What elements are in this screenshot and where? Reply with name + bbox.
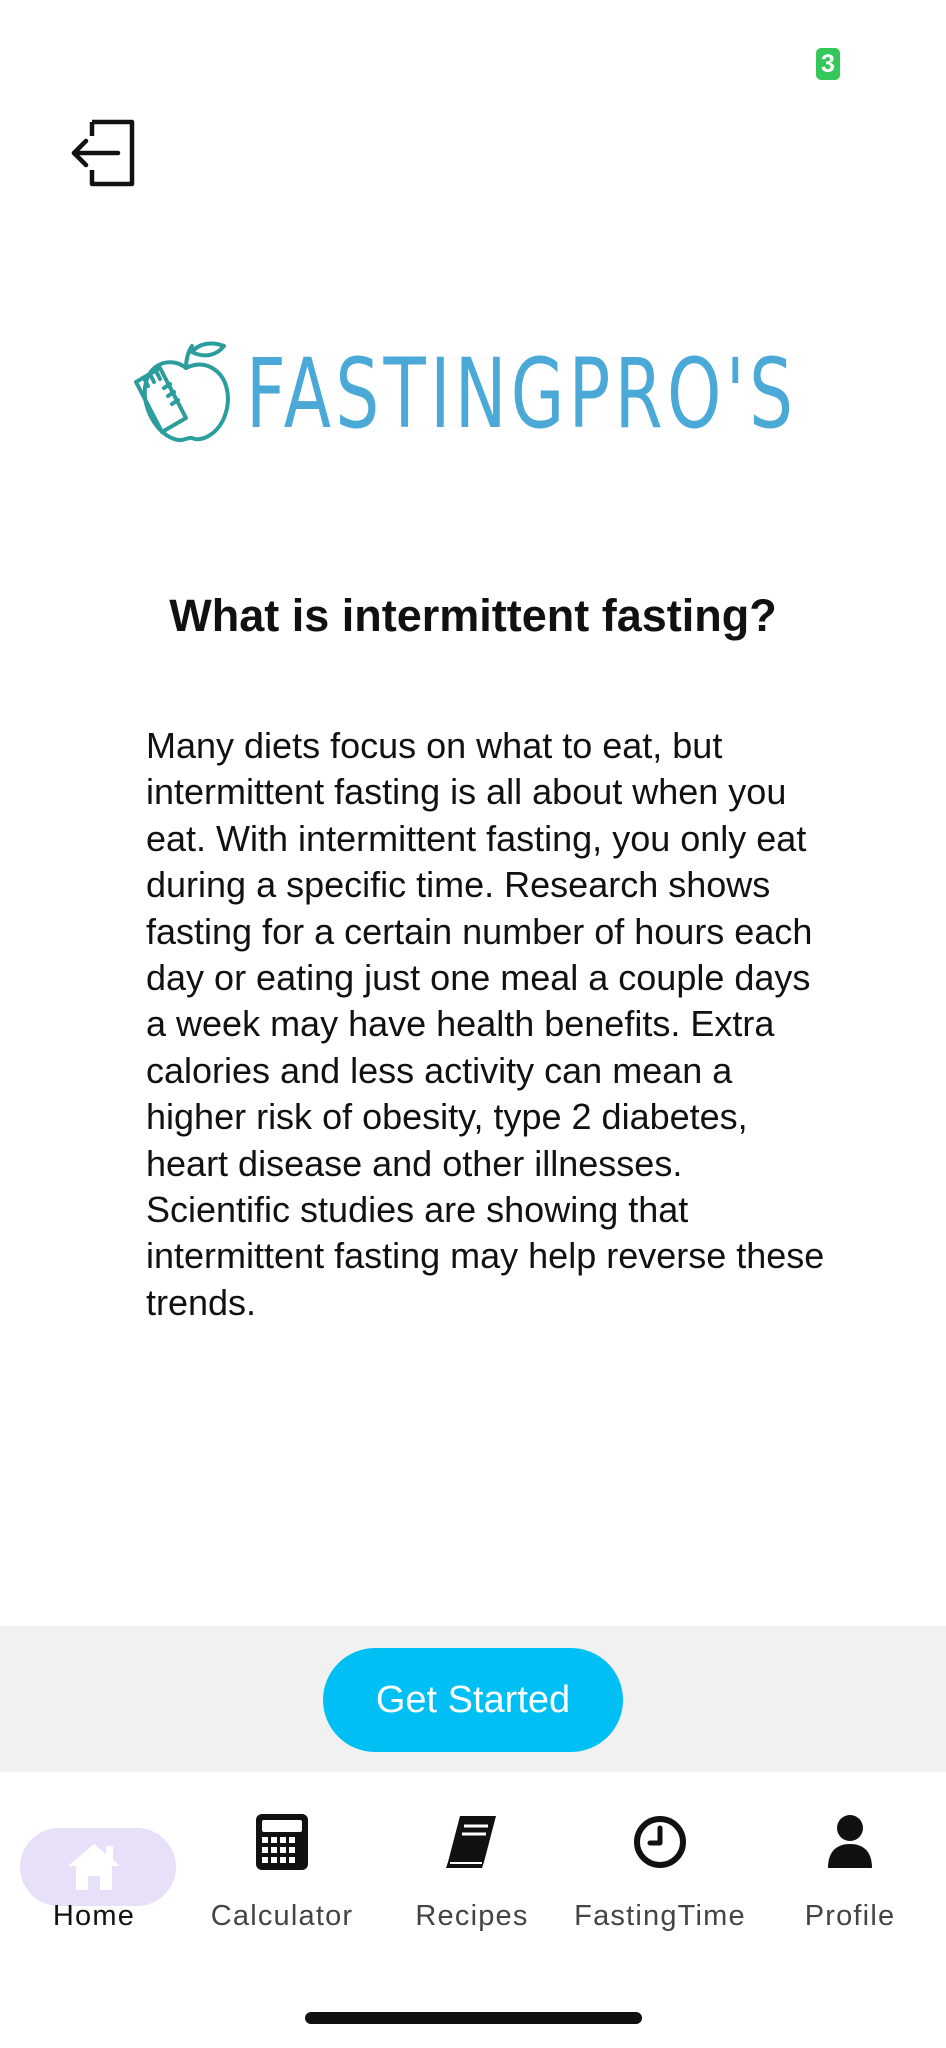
- body-text: Many diets focus on what to eat, but int…: [146, 725, 825, 1323]
- get-started-button[interactable]: Get Started: [323, 1648, 623, 1752]
- tab-label-home: Home: [52, 1900, 136, 1932]
- tab-calculator[interactable]: Calculator: [192, 1800, 372, 1932]
- tab-bar: Home Calculator Recipes FastingTime Prof…: [0, 1772, 946, 1932]
- status-badge: 3: [816, 48, 840, 80]
- tab-fastingtime[interactable]: FastingTime: [570, 1800, 750, 1932]
- tab-label-calculator: Calculator: [210, 1900, 354, 1932]
- screen: 3 FASTINGPRO'S What is intermittent fast…: [0, 0, 946, 2048]
- cta-bar: Get Started: [0, 1626, 946, 1772]
- clock-icon: [630, 1812, 690, 1872]
- calculator-icon: [252, 1812, 312, 1872]
- tab-label-fastingtime: FastingTime: [574, 1900, 746, 1932]
- tab-profile[interactable]: Profile: [760, 1800, 940, 1932]
- book-icon: [442, 1812, 502, 1872]
- apple-measuring-tape-icon: [134, 341, 230, 443]
- logout-icon: [71, 119, 135, 187]
- app-logo: FASTINGPRO'S: [130, 338, 830, 458]
- page-title: What is intermittent fasting?: [169, 590, 777, 641]
- tab-label-recipes: Recipes: [415, 1900, 529, 1932]
- home-icon: [64, 1836, 124, 1896]
- tab-label-profile: Profile: [804, 1900, 896, 1932]
- logout-button[interactable]: [66, 118, 138, 188]
- person-icon: [820, 1812, 880, 1872]
- tab-recipes[interactable]: Recipes: [382, 1800, 562, 1932]
- home-indicator: [305, 2012, 642, 2024]
- logo-text: FASTINGPRO'S: [246, 338, 798, 450]
- tab-home[interactable]: Home: [4, 1800, 184, 1932]
